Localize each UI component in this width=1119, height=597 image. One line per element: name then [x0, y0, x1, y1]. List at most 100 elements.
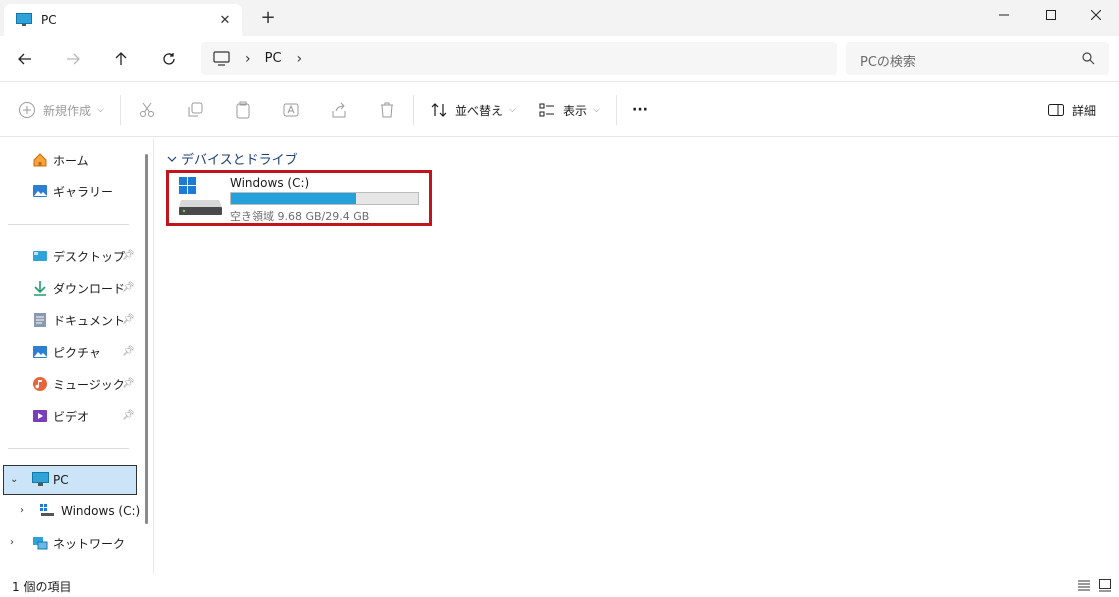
pin-icon[interactable]: 📌︎ — [122, 282, 135, 294]
details-pane-label: 詳細 — [1072, 103, 1097, 118]
chevron-down-icon — [167, 156, 177, 162]
pin-icon[interactable]: 📌︎ — [122, 410, 135, 422]
chevron-right-icon[interactable]: › — [20, 505, 24, 516]
file-view: デバイスとドライブ Windows (C:) 空き領域 9.68 GB/29.4… — [154, 138, 1119, 574]
chevron-down-icon: ⌵ — [509, 105, 516, 115]
cut-button[interactable] — [138, 98, 156, 122]
navigation-bar: › PC › PCの検索 — [0, 36, 1119, 82]
new-button[interactable]: 新規作成 ⌵ — [18, 98, 104, 122]
tab-title: PC — [41, 13, 57, 27]
refresh-button[interactable] — [155, 45, 183, 73]
sidebar-item-network[interactable]: › ネットワーク — [0, 529, 140, 557]
sidebar-item-desktop[interactable]: デスクトップ 📌︎ — [0, 242, 140, 270]
group-header-devices[interactable]: デバイスとドライブ — [166, 149, 298, 168]
arrow-left-icon — [18, 53, 31, 65]
search-icon — [1082, 52, 1095, 65]
sidebar-item-videos[interactable]: ビデオ 📌︎ — [0, 402, 140, 430]
sidebar-item-documents[interactable]: ドキュメント 📌︎ — [0, 306, 140, 334]
sidebar-item-downloads[interactable]: ダウンロード 📌︎ — [0, 274, 140, 302]
search-input[interactable]: PCの検索 — [860, 51, 916, 70]
music-icon — [33, 377, 47, 391]
trash-icon — [381, 102, 393, 118]
back-button[interactable] — [11, 45, 39, 73]
hard-drive-icon — [179, 177, 222, 215]
item-count: 1 個の項目 — [12, 580, 72, 594]
close-tab-button[interactable]: ✕ — [216, 11, 234, 29]
sidebar-item-music[interactable]: ミュージック 📌︎ — [0, 370, 140, 398]
sidebar-item-home[interactable]: ホーム — [0, 146, 140, 174]
chevron-right-icon[interactable]: › — [10, 537, 14, 548]
sidebar-item-label: ドキュメント — [53, 313, 126, 328]
paste-button[interactable] — [234, 98, 252, 122]
sidebar-item-label: ネットワーク — [53, 536, 126, 551]
sidebar-item-label: ビデオ — [53, 409, 90, 424]
more-options-button[interactable]: ··· — [632, 98, 648, 122]
sort-button[interactable]: 並べ替え ⌵ — [430, 98, 516, 122]
share-button[interactable] — [330, 98, 348, 122]
new-button-label: 新規作成 — [43, 103, 92, 118]
view-button[interactable]: 表示 ⌵ — [538, 98, 600, 122]
computer-icon — [213, 51, 230, 66]
details-pane-button[interactable]: 詳細 — [1047, 98, 1096, 122]
maximize-icon — [1046, 10, 1056, 20]
pin-icon[interactable]: 📌︎ — [122, 314, 135, 326]
sidebar-item-label: ホーム — [53, 153, 89, 168]
pin-icon[interactable]: 📌︎ — [122, 250, 135, 262]
gallery-icon — [33, 185, 47, 197]
arrow-up-icon — [115, 52, 127, 65]
view-list-icon — [539, 103, 554, 117]
sort-icon — [431, 103, 447, 117]
sidebar-item-gallery[interactable]: ギャラリー — [0, 177, 140, 205]
copy-button[interactable] — [186, 98, 204, 122]
details-pane-icon — [1048, 104, 1064, 116]
title-bar: PC ✕ + — [0, 0, 1119, 36]
command-bar: 新規作成 ⌵ 並べ替え ⌵ 表示 ⌵ ··· 詳細 — [0, 83, 1119, 137]
breadcrumb-separator-trailing[interactable]: › — [297, 51, 303, 67]
up-button[interactable] — [107, 45, 135, 73]
rename-button[interactable] — [282, 98, 300, 122]
breadcrumb-separator[interactable]: › — [245, 51, 251, 67]
sidebar-item-pictures[interactable]: ピクチャ 📌︎ — [0, 338, 140, 366]
pin-icon[interactable]: 📌︎ — [122, 346, 135, 358]
navigation-pane: ホーム ギャラリー デスクトップ 📌︎ ダウンロード 📌︎ ドキュメント 📌︎ … — [0, 138, 150, 574]
sidebar-item-label: ピクチャ — [53, 345, 101, 360]
drive-icon — [40, 504, 54, 516]
drive-usage-bar — [230, 192, 419, 205]
drive-name: Windows (C:) — [230, 176, 310, 190]
delete-button[interactable] — [378, 98, 396, 122]
sidebar-item-label: ダウンロード — [53, 281, 126, 296]
large-icons-view-icon[interactable] — [1098, 578, 1112, 592]
video-icon — [33, 410, 47, 422]
minimize-button[interactable] — [981, 0, 1027, 30]
copy-icon — [188, 102, 203, 117]
tab-pc[interactable]: PC ✕ — [4, 4, 242, 36]
monitor-icon — [32, 472, 49, 486]
document-icon — [34, 313, 46, 327]
address-bar[interactable]: › PC › — [201, 42, 837, 75]
close-window-button[interactable] — [1073, 0, 1119, 30]
breadcrumb-pc[interactable]: PC — [265, 51, 282, 66]
view-button-label: 表示 — [563, 103, 588, 118]
network-icon — [33, 537, 48, 550]
details-view-icon[interactable] — [1077, 578, 1091, 592]
sidebar-divider — [8, 448, 129, 449]
sidebar-item-pc[interactable]: ⌄ PC — [3, 465, 137, 495]
drive-tile-windows[interactable]: Windows (C:) 空き領域 9.68 GB/29.4 GB — [166, 170, 432, 226]
pin-icon[interactable]: 📌︎ — [122, 378, 135, 390]
download-icon — [34, 281, 46, 296]
monitor-icon — [16, 13, 32, 26]
new-tab-button[interactable]: + — [258, 8, 278, 28]
chevron-down-icon[interactable]: ⌄ — [10, 474, 18, 485]
refresh-icon — [163, 53, 175, 65]
sidebar-divider — [8, 224, 129, 225]
maximize-button[interactable] — [1028, 0, 1074, 30]
toolbar-divider — [616, 95, 617, 125]
search-box[interactable]: PCの検索 — [846, 42, 1109, 75]
clipboard-icon — [236, 101, 250, 119]
forward-button[interactable] — [59, 45, 87, 73]
sidebar-item-windows-drive[interactable]: › Windows (C:) — [0, 497, 145, 525]
sidebar-scrollbar[interactable] — [145, 154, 148, 524]
group-title: デバイスとドライブ — [181, 153, 298, 168]
sidebar-item-label: ミュージック — [53, 377, 125, 392]
toolbar-divider — [120, 95, 121, 125]
